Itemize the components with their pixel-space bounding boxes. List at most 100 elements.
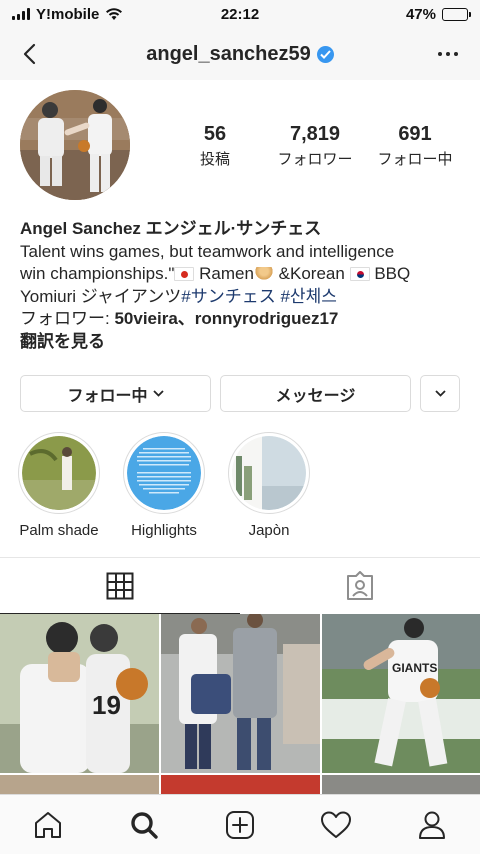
tab-search[interactable] xyxy=(114,797,174,853)
bio-text: &Korean xyxy=(278,264,345,283)
grid-icon xyxy=(106,572,134,599)
chevron-down-icon xyxy=(434,390,446,397)
profile-nav-bar: angel_sanchez59 xyxy=(0,28,480,80)
verified-badge-icon xyxy=(316,45,334,63)
status-left: Y!mobile xyxy=(12,6,172,23)
status-time: 22:12 xyxy=(220,5,260,23)
posts-stat: 56 投稿 xyxy=(165,122,265,169)
more-options-button[interactable] xyxy=(432,38,464,70)
status-right: 47% xyxy=(308,5,471,23)
posts-count: 56 xyxy=(203,123,227,145)
post-image xyxy=(161,614,320,773)
highlight-cover xyxy=(22,436,96,510)
highlight-highlights[interactable]: Highlights xyxy=(114,432,214,539)
following-label: フォロー中 xyxy=(377,151,453,168)
following-button-label: フォロー中 xyxy=(67,387,148,405)
wifi-icon xyxy=(106,8,123,20)
followers-stat[interactable]: 7,819 フォロワー xyxy=(265,122,365,169)
message-button-label: メッセージ xyxy=(275,387,356,405)
battery-percent: 47% xyxy=(405,5,436,23)
hashtag-link[interactable]: #サンチェス xyxy=(181,287,275,306)
post-thumbnail[interactable] xyxy=(0,775,159,795)
bio-text: BBQ xyxy=(374,264,411,283)
highlight-palm-shade[interactable]: Palm shade xyxy=(9,432,109,539)
post-thumbnail[interactable]: 19 xyxy=(0,614,159,773)
avatar[interactable] xyxy=(20,90,130,200)
tab-posts-grid[interactable] xyxy=(0,558,240,614)
bio-line-3: Yomiuri ジャイアンツ#サンチェス #산체스 xyxy=(20,286,465,309)
status-bar: Y!mobile 22:12 47% xyxy=(0,0,480,28)
highlight-label: Palm shade xyxy=(19,522,99,539)
tagged-icon xyxy=(347,571,373,600)
bio-text: win championships." xyxy=(20,264,175,283)
bio-text: Ramen xyxy=(199,264,254,283)
post-thumbnail[interactable] xyxy=(322,775,480,795)
bio-text: Yomiuri ジャイアンツ xyxy=(20,286,182,306)
suggested-accounts-button[interactable] xyxy=(420,375,460,412)
following-count: 691 xyxy=(398,123,432,145)
tab-home[interactable] xyxy=(18,797,78,853)
bio-line-2: win championships." Ramen &Korean BBQ xyxy=(20,263,465,286)
profile-tabs xyxy=(0,557,480,614)
highlight-ring xyxy=(228,432,310,514)
battery-icon xyxy=(442,7,471,21)
profile-header: 56 投稿 7,819 フォロワー 691 フォロー中 xyxy=(0,88,480,200)
avatar-photo xyxy=(20,90,130,200)
post-image: GIANTS xyxy=(322,614,480,773)
highlight-ring xyxy=(123,432,205,514)
username: angel_sanchez59 xyxy=(146,42,311,65)
person-icon xyxy=(419,811,445,839)
ramen-icon xyxy=(253,267,274,281)
korea-flag-icon xyxy=(349,267,370,281)
display-name: Angel Sanchez エンジェル·サンチェス xyxy=(20,219,322,238)
heart-icon xyxy=(321,811,351,838)
posts-grid: 19 GIANTS xyxy=(0,614,480,795)
followed-by[interactable]: フォロワー: 50vieira、ronnyrodriguez17 xyxy=(20,308,465,331)
posts-label: 投稿 xyxy=(199,151,230,168)
highlight-japon[interactable]: Japòn xyxy=(219,432,319,539)
japan-flag-icon xyxy=(174,267,195,281)
profile-actions: フォロー中 メッセージ xyxy=(20,375,460,412)
post-image xyxy=(0,775,159,795)
ellipsis-icon xyxy=(438,52,458,56)
svg-text:GIANTS: GIANTS xyxy=(392,661,437,675)
followers-count: 7,819 xyxy=(289,123,341,145)
profile-username-title: angel_sanchez59 xyxy=(146,43,334,66)
post-image: 19 xyxy=(0,614,159,773)
highlight-label: Japòn xyxy=(248,522,290,539)
tab-new-post[interactable] xyxy=(210,797,270,853)
svg-text:19: 19 xyxy=(92,690,121,720)
post-thumbnail[interactable]: GIANTS xyxy=(322,614,480,773)
search-icon xyxy=(131,811,158,839)
followed-by-names: 50vieira、ronnyrodriguez17 xyxy=(114,309,339,328)
hashtag-link[interactable]: #산체스 xyxy=(280,287,336,306)
followed-by-label: フォロワー: xyxy=(20,309,115,328)
chevron-left-icon xyxy=(23,43,36,65)
highlight-label: Highlights xyxy=(131,522,197,539)
profile-stats: 56 投稿 7,819 フォロワー 691 フォロー中 xyxy=(165,122,465,169)
chevron-down-icon xyxy=(152,390,164,397)
highlight-ring xyxy=(18,432,100,514)
bottom-tab-bar xyxy=(0,794,480,854)
bio-line-1: Talent wins games, but teamwork and inte… xyxy=(20,241,395,261)
tab-activity[interactable] xyxy=(306,797,366,853)
see-translation-link[interactable]: 翻訳を見る xyxy=(20,331,465,354)
followers-label: フォロワー xyxy=(277,151,353,168)
post-image xyxy=(161,775,320,795)
following-stat[interactable]: 691 フォロー中 xyxy=(365,122,465,169)
message-button[interactable]: メッセージ xyxy=(220,375,411,412)
highlight-cover xyxy=(127,436,201,510)
highlight-cover xyxy=(232,436,306,510)
post-thumbnail[interactable] xyxy=(161,614,320,773)
following-button[interactable]: フォロー中 xyxy=(20,375,211,412)
post-image xyxy=(322,775,480,795)
plus-square-icon xyxy=(226,810,254,839)
tab-tagged[interactable] xyxy=(240,558,480,614)
tab-profile[interactable] xyxy=(402,797,462,853)
back-button[interactable] xyxy=(14,38,44,70)
story-highlights: Palm shade Highlights Japòn xyxy=(0,432,480,542)
carrier-name: Y!mobile xyxy=(36,5,100,23)
signal-icon xyxy=(12,8,30,20)
home-icon xyxy=(35,811,61,838)
post-thumbnail[interactable] xyxy=(161,775,320,795)
